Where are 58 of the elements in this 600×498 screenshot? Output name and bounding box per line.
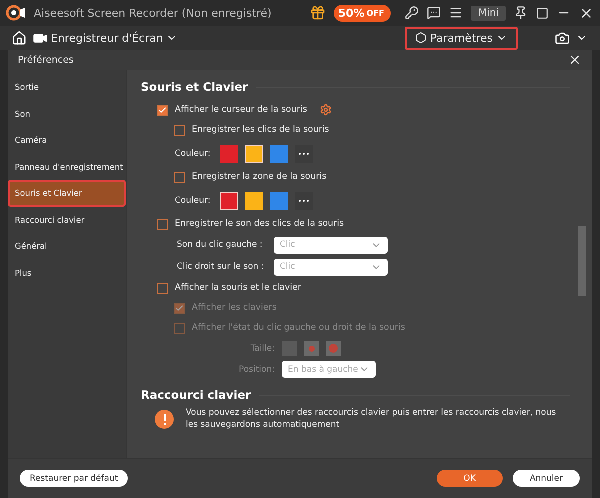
- section-title: Raccourci clavier: [141, 388, 592, 402]
- checkbox[interactable]: [157, 218, 168, 230]
- option-label: Enregistrer la zone de la souris: [192, 172, 327, 182]
- gift-icon: [310, 5, 326, 21]
- key-icon[interactable]: [405, 6, 420, 20]
- color-swatch[interactable]: [270, 192, 288, 210]
- more-colors-button[interactable]: [295, 144, 313, 162]
- color-swatch[interactable]: [245, 144, 263, 162]
- checkbox[interactable]: [157, 104, 168, 116]
- option-label: Enregistrer les clics de la souris: [192, 125, 330, 135]
- option-label: Afficher la souris et le clavier: [175, 283, 302, 293]
- color-swatch[interactable]: [220, 192, 238, 210]
- option-label: Enregistrer le son des clics de la souris: [175, 219, 344, 229]
- checkbox[interactable]: [174, 172, 185, 182]
- sidebar-item[interactable]: Son: [8, 100, 126, 127]
- sidebar-item[interactable]: Panneau d'enregistrement: [8, 154, 126, 180]
- checkbox[interactable]: [174, 124, 185, 136]
- color-swatch[interactable]: [245, 192, 263, 210]
- size-label: Taille:: [250, 344, 275, 354]
- camera-icon[interactable]: [555, 30, 570, 46]
- color-swatch[interactable]: [220, 144, 238, 162]
- sidebar-item[interactable]: Général: [8, 233, 126, 260]
- sidebar-item[interactable]: Sortie: [8, 74, 126, 100]
- position-label: Position:: [238, 364, 275, 374]
- pin-icon[interactable]: [514, 6, 528, 20]
- sidebar-item[interactable]: Plus: [8, 260, 126, 286]
- sidebar-item[interactable]: Caméra: [8, 127, 126, 154]
- settings-icon[interactable]: [320, 104, 332, 116]
- section-title: Souris et Clavier: [141, 80, 592, 94]
- select-label: Clic droit sur le son :: [177, 262, 266, 272]
- square-icon[interactable]: [536, 6, 549, 20]
- restore-defaults-button[interactable]: Restaurer par défaut: [20, 470, 128, 487]
- menu-icon[interactable]: [449, 6, 464, 20]
- logo-icon: [6, 5, 26, 21]
- color-label: Couleur:: [175, 196, 212, 206]
- cancel-button[interactable]: Annuler: [512, 470, 580, 487]
- select-label: Son du clic gauche :: [177, 240, 264, 250]
- hexagon-icon: [415, 32, 428, 44]
- more-colors-button[interactable]: [295, 192, 313, 210]
- option-label: Afficher le curseur de la souris: [175, 105, 308, 115]
- option-label: Afficher les claviers: [192, 303, 277, 313]
- color-label: Couleur:: [175, 148, 212, 158]
- window-title: Aiseesoft Screen Recorder (Non enregistré): [34, 6, 273, 20]
- chat-icon[interactable]: [427, 6, 442, 20]
- close-icon[interactable]: [568, 53, 582, 67]
- checkbox[interactable]: [157, 282, 168, 294]
- scrollbar[interactable]: [578, 226, 586, 296]
- color-swatch[interactable]: [270, 144, 288, 162]
- sidebar-item[interactable]: Souris et Clavier: [8, 180, 126, 206]
- info-text: Vous pouvez sélectionner des raccourcis clavier puis entrer les raccourcis clavier, nous les sauvegardons automatiquement: [186, 408, 558, 432]
- option-label: Afficher l'état du clic gauche ou droit de la souris: [192, 323, 406, 333]
- mini-button[interactable]: Mini: [471, 6, 506, 20]
- warning-icon: [155, 410, 174, 429]
- home-icon[interactable]: [12, 30, 27, 46]
- sidebar-item[interactable]: Raccourci clavier: [8, 206, 126, 233]
- dialog-title: Préférences: [18, 54, 74, 66]
- recorder-mode-button[interactable]: Enregistreur d'Écran: [33, 30, 178, 46]
- settings-button[interactable]: Paramètres: [405, 26, 518, 50]
